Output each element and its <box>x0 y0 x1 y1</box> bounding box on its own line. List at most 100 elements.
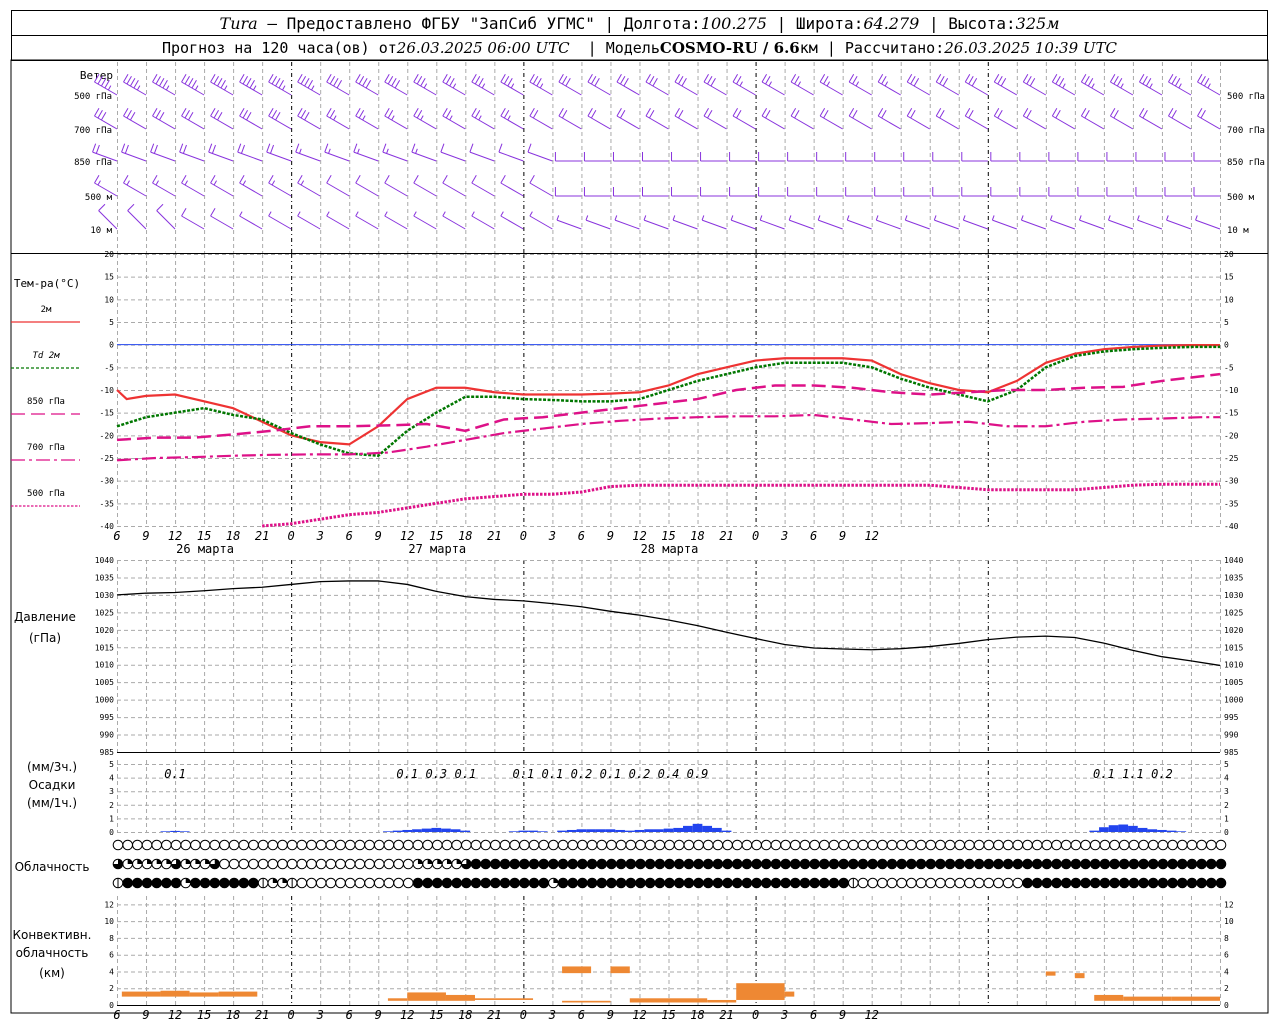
cloud-symbol <box>722 877 733 889</box>
wind-barb-feather <box>817 215 821 221</box>
wind-barb-feather <box>329 75 336 85</box>
cloud-symbol <box>141 839 153 851</box>
cloud-symbol <box>973 877 985 889</box>
cloud-fill <box>519 859 530 869</box>
precip-ytick-right: 0 <box>1224 828 1229 837</box>
cloud-fill <box>780 878 791 888</box>
wind-barb-staff <box>384 182 408 197</box>
temp-legend-label: 2м <box>41 305 52 315</box>
wind-barb-feather <box>268 211 272 217</box>
pressure-unit: (гПа) <box>29 631 61 645</box>
cloud-fill <box>809 859 820 869</box>
cloud-fill <box>945 859 955 869</box>
conv-ytick: 8 <box>109 934 114 943</box>
cloud-fill <box>742 859 752 869</box>
cloud-fill <box>1042 859 1052 869</box>
wind-barb-feather <box>271 109 278 119</box>
cloud-circle <box>354 877 366 889</box>
wind-barb-feather <box>304 111 310 121</box>
wind-barb-feather <box>278 79 284 89</box>
wind-barb-feather <box>1026 109 1032 119</box>
cloud-symbol <box>586 858 598 870</box>
precip-bar <box>537 831 548 832</box>
temp-ytick-right: -5 <box>1224 363 1234 372</box>
cloud-symbol <box>886 858 898 870</box>
cloud-circle <box>219 858 230 870</box>
wind-barb <box>1137 215 1163 230</box>
cloud-circle <box>383 858 395 870</box>
cloud-circle <box>799 839 811 851</box>
wind-level-label: 700 гПа <box>74 126 112 136</box>
cloud-circle <box>286 858 298 870</box>
cloud-symbol <box>306 877 317 889</box>
cloud-symbol <box>1206 858 1217 870</box>
cloud-symbol <box>122 839 133 851</box>
cloud-symbol <box>499 877 511 889</box>
cloud-symbol <box>1031 839 1043 851</box>
wind-barb-feather <box>297 211 301 217</box>
cloud-symbol <box>1012 877 1024 889</box>
wind-barb <box>355 211 379 230</box>
cloud-fill <box>713 878 723 888</box>
wind-barb <box>152 107 176 130</box>
wind-barb-feather <box>503 75 510 85</box>
cloud-symbol <box>925 877 937 889</box>
wind-barb-feather <box>387 109 394 119</box>
cloud-symbol <box>935 858 946 870</box>
cloud-symbol <box>867 877 878 889</box>
cloud-circle <box>296 839 308 851</box>
cloud-symbol <box>838 839 849 851</box>
cloud-symbol <box>644 877 656 889</box>
wind-barb-feather <box>1055 109 1061 119</box>
time-tick-bottom: 3 <box>316 1008 324 1022</box>
cloud-fill <box>1158 878 1168 888</box>
wind-barb <box>583 152 611 162</box>
cloud-symbol <box>480 858 491 870</box>
wind-barb <box>411 143 437 162</box>
cloud-fill <box>151 878 162 888</box>
time-tick: 0 <box>520 529 527 543</box>
cloud-symbol <box>199 877 211 889</box>
wind-barb-feather <box>765 109 771 119</box>
cloud-circle <box>596 839 608 851</box>
cloud-fill <box>606 878 617 888</box>
cloud-fill <box>558 878 568 888</box>
temp-ytick: -40 <box>100 522 115 531</box>
wind-barb <box>729 187 756 197</box>
cloud-symbol <box>1176 877 1188 889</box>
wind-barb-feather <box>442 107 448 117</box>
cloud-fill <box>838 859 849 869</box>
wind-barb <box>732 107 756 130</box>
cloud-fill <box>838 878 849 888</box>
cloud-symbol <box>896 839 908 851</box>
wind-barb-feather <box>942 77 949 87</box>
wind-barb-feather <box>1203 77 1210 87</box>
cloud-symbol <box>857 839 869 851</box>
wind-barb <box>181 174 205 197</box>
cloud-symbol <box>664 858 675 870</box>
conv-bar <box>160 990 190 997</box>
time-tick: 12 <box>168 529 182 543</box>
cloud-symbol <box>344 839 356 851</box>
temp-ytick: -15 <box>100 409 115 418</box>
cloud-fill <box>1051 878 1062 888</box>
precip-bar <box>702 825 713 832</box>
cloud-symbol <box>1109 839 1120 851</box>
cloud-circle <box>267 839 279 851</box>
cloud-circle <box>896 839 908 851</box>
wind-barb-staff <box>268 215 292 230</box>
wind-barb <box>906 73 930 96</box>
wind-barb <box>645 107 669 130</box>
cloud-fill <box>1167 859 1178 869</box>
cloud-circle <box>983 877 995 889</box>
cloud-symbol <box>1080 839 1091 851</box>
cloud-symbol <box>625 877 637 889</box>
cloud-fill <box>1129 859 1139 869</box>
cloud-fill <box>993 859 1004 869</box>
time-tick-bottom: 21 <box>255 1008 269 1022</box>
cloud-circle <box>615 839 627 851</box>
wind-barb-feather <box>445 75 452 85</box>
wind-barb-feather <box>165 85 170 91</box>
cloud-fill <box>122 878 133 888</box>
cloud-circle <box>935 877 946 889</box>
